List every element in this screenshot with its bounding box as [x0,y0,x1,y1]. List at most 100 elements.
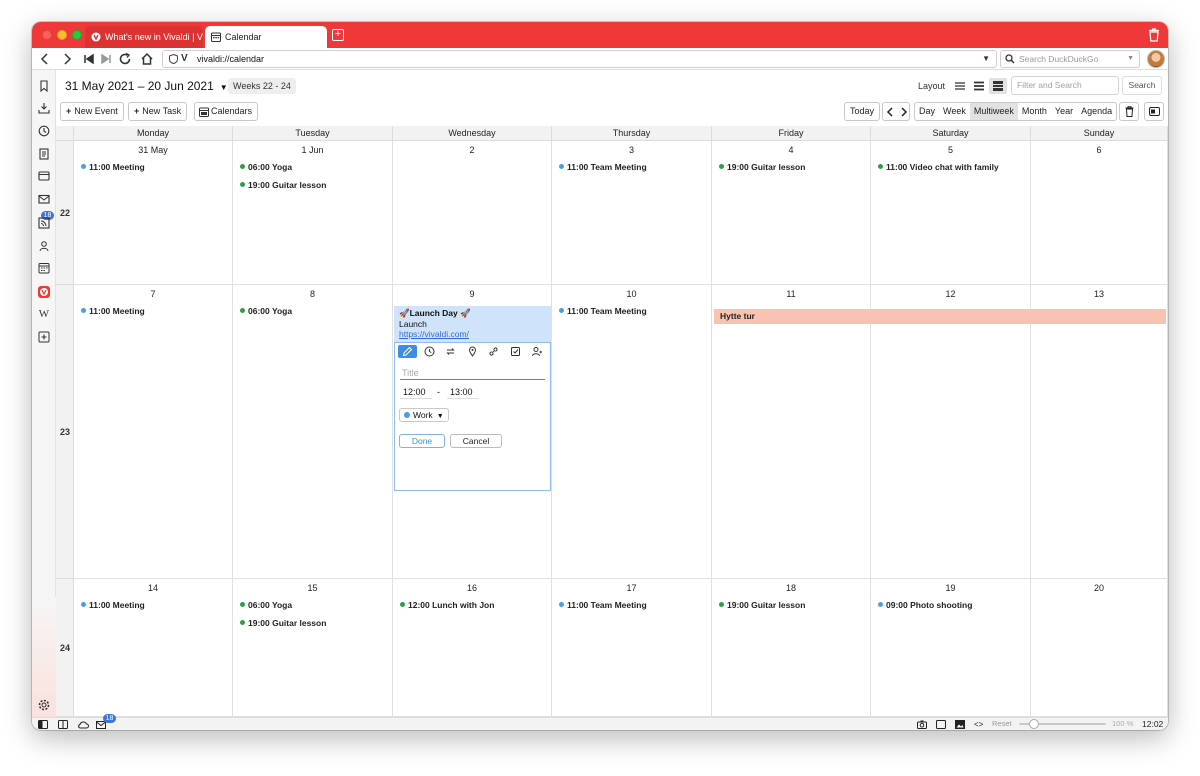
start-time-input[interactable]: 12:00 [400,386,432,399]
calendar-event[interactable]: 11:00 Meeting [81,162,145,172]
notes-icon[interactable] [38,148,50,160]
day-cell[interactable]: 20 [1031,579,1168,717]
url-field[interactable]: V vivaldi://calendar ▼ [162,50,997,68]
view-year[interactable]: Year [1051,103,1077,120]
window-panel-icon[interactable] [38,170,50,182]
week-number-cell[interactable]: 23 [56,285,74,579]
view-month[interactable]: Month [1018,103,1051,120]
location-icon[interactable] [463,345,482,358]
back-icon[interactable] [38,52,52,66]
zoom-window-button[interactable] [72,30,82,40]
cloud-sync-icon[interactable] [77,720,89,729]
download-icon[interactable] [38,102,50,114]
trash-icon[interactable] [1148,28,1160,42]
delete-button[interactable] [1119,102,1139,121]
shield-icon[interactable] [169,54,178,64]
day-cell[interactable]: 12 [871,285,1031,579]
day-cell[interactable]: 5 11:00 Video chat with family [871,141,1031,285]
tab-calendar[interactable]: Calendar [205,26,327,48]
capture-icon[interactable] [917,720,927,729]
calendar-event[interactable]: 12:00 Lunch with Jon [400,600,494,610]
today-button[interactable]: Today [844,102,881,121]
mail-icon[interactable] [38,193,50,205]
cancel-button[interactable]: Cancel [450,434,502,448]
day-cell[interactable]: 18 19:00 Guitar lesson [712,579,871,717]
calendar-event[interactable]: 11:00 Meeting [81,600,145,610]
minimize-window-button[interactable] [57,30,67,40]
bookmark-icon[interactable] [38,80,50,92]
page-tiling-icon[interactable] [936,720,946,729]
allday-event-hytte-tur[interactable]: Hytte tur [714,309,1166,324]
next-icon[interactable] [899,107,908,117]
view-day[interactable]: Day [915,103,939,120]
profile-avatar[interactable] [1147,50,1165,68]
panel-toggle-icon[interactable] [38,720,48,729]
view-multiweek[interactable]: Multiweek [969,103,1018,120]
calendar-event[interactable]: 11:00 Team Meeting [559,600,647,610]
event-title-input[interactable]: Title [400,366,545,380]
wikipedia-icon[interactable]: W [38,308,50,320]
week-number-cell[interactable]: 24 [56,579,74,717]
toggle-panel-button[interactable] [1144,102,1164,121]
layout-expanded-icon[interactable] [989,78,1007,94]
new-task-button[interactable]: + New Task [128,102,188,121]
calendar-event[interactable]: 19:00 Guitar lesson [719,600,805,610]
view-week[interactable]: Week [939,103,970,120]
home-icon[interactable] [140,52,154,66]
attendees-icon[interactable] [527,345,546,358]
close-window-button[interactable] [42,30,52,40]
day-cell[interactable]: 16 12:00 Lunch with Jon [393,579,552,717]
day-cell[interactable]: 2 [393,141,552,285]
layout-medium-icon[interactable] [970,78,988,94]
calendar-event[interactable]: 06:00 Yoga [240,600,292,610]
new-event-button[interactable]: + New Event [60,102,124,121]
day-cell[interactable]: 1 Jun 06:00 Yoga 19:00 Guitar lesson [233,141,393,285]
calendar-panel-icon[interactable] [38,262,50,274]
images-icon[interactable] [955,720,965,729]
rewind-icon[interactable] [82,52,96,66]
chevron-down-icon[interactable]: ▼ [1127,51,1134,67]
date-range-selector[interactable]: 31 May 2021 – 20 Jun 2021 ▼ [65,79,228,93]
feeds-icon[interactable] [38,217,50,229]
view-agenda[interactable]: Agenda [1077,103,1116,120]
day-cell[interactable]: 6 [1031,141,1168,285]
day-cell[interactable]: 13 [1031,285,1168,579]
day-cell[interactable]: 4 19:00 Guitar lesson [712,141,871,285]
week-number-cell[interactable]: 22 [56,141,74,285]
day-cell[interactable]: 3 11:00 Team Meeting [552,141,712,285]
calendar-event[interactable]: 06:00 Yoga [240,162,292,172]
link-icon[interactable] [484,345,503,358]
day-cell[interactable]: 14 11:00 Meeting [74,579,233,717]
day-cell[interactable]: 8 06:00 Yoga [233,285,393,579]
day-cell[interactable]: 15 06:00 Yoga 19:00 Guitar lesson [233,579,393,717]
chevron-down-icon[interactable]: ▼ [982,51,990,67]
calendar-event[interactable]: 11:00 Team Meeting [559,162,647,172]
new-tab-button[interactable]: + [332,29,344,41]
day-cell[interactable]: 10 11:00 Team Meeting [552,285,712,579]
day-cell[interactable]: 17 11:00 Team Meeting [552,579,712,717]
day-cell[interactable]: 31 May 11:00 Meeting [74,141,233,285]
reload-icon[interactable] [118,52,132,66]
calendar-event[interactable]: 06:00 Yoga [240,306,292,316]
layout-compact-icon[interactable] [951,78,969,94]
fast-forward-icon[interactable] [99,52,113,66]
calendar-event[interactable]: 11:00 Team Meeting [559,306,647,316]
done-button[interactable]: Done [399,434,445,448]
end-time-input[interactable]: 13:00 [447,386,479,399]
history-icon[interactable] [38,125,50,137]
search-button[interactable]: Search [1122,76,1162,95]
zoom-reset-button[interactable]: Reset [992,718,1012,730]
repeat-icon[interactable] [441,345,460,358]
calendar-select[interactable]: Work ▼ [399,408,449,422]
calendars-button[interactable]: Calendars [194,102,259,121]
launch-day-event[interactable]: 🚀Launch Day 🚀 Launch https://vivaldi.com/ [394,306,551,347]
day-cell[interactable]: 19 09:00 Photo shooting [871,579,1031,717]
day-cell[interactable]: 7 11:00 Meeting [74,285,233,579]
tab-whats-new[interactable]: What's new in Vivaldi | Vivaldi [85,26,203,48]
event-link[interactable]: https://vivaldi.com/ [399,329,546,340]
forward-icon[interactable] [60,52,74,66]
calendar-event[interactable]: 19:00 Guitar lesson [719,162,805,172]
edit-icon[interactable] [398,345,417,358]
vivaldi-panel-icon[interactable] [38,286,50,298]
contacts-icon[interactable] [38,240,50,252]
